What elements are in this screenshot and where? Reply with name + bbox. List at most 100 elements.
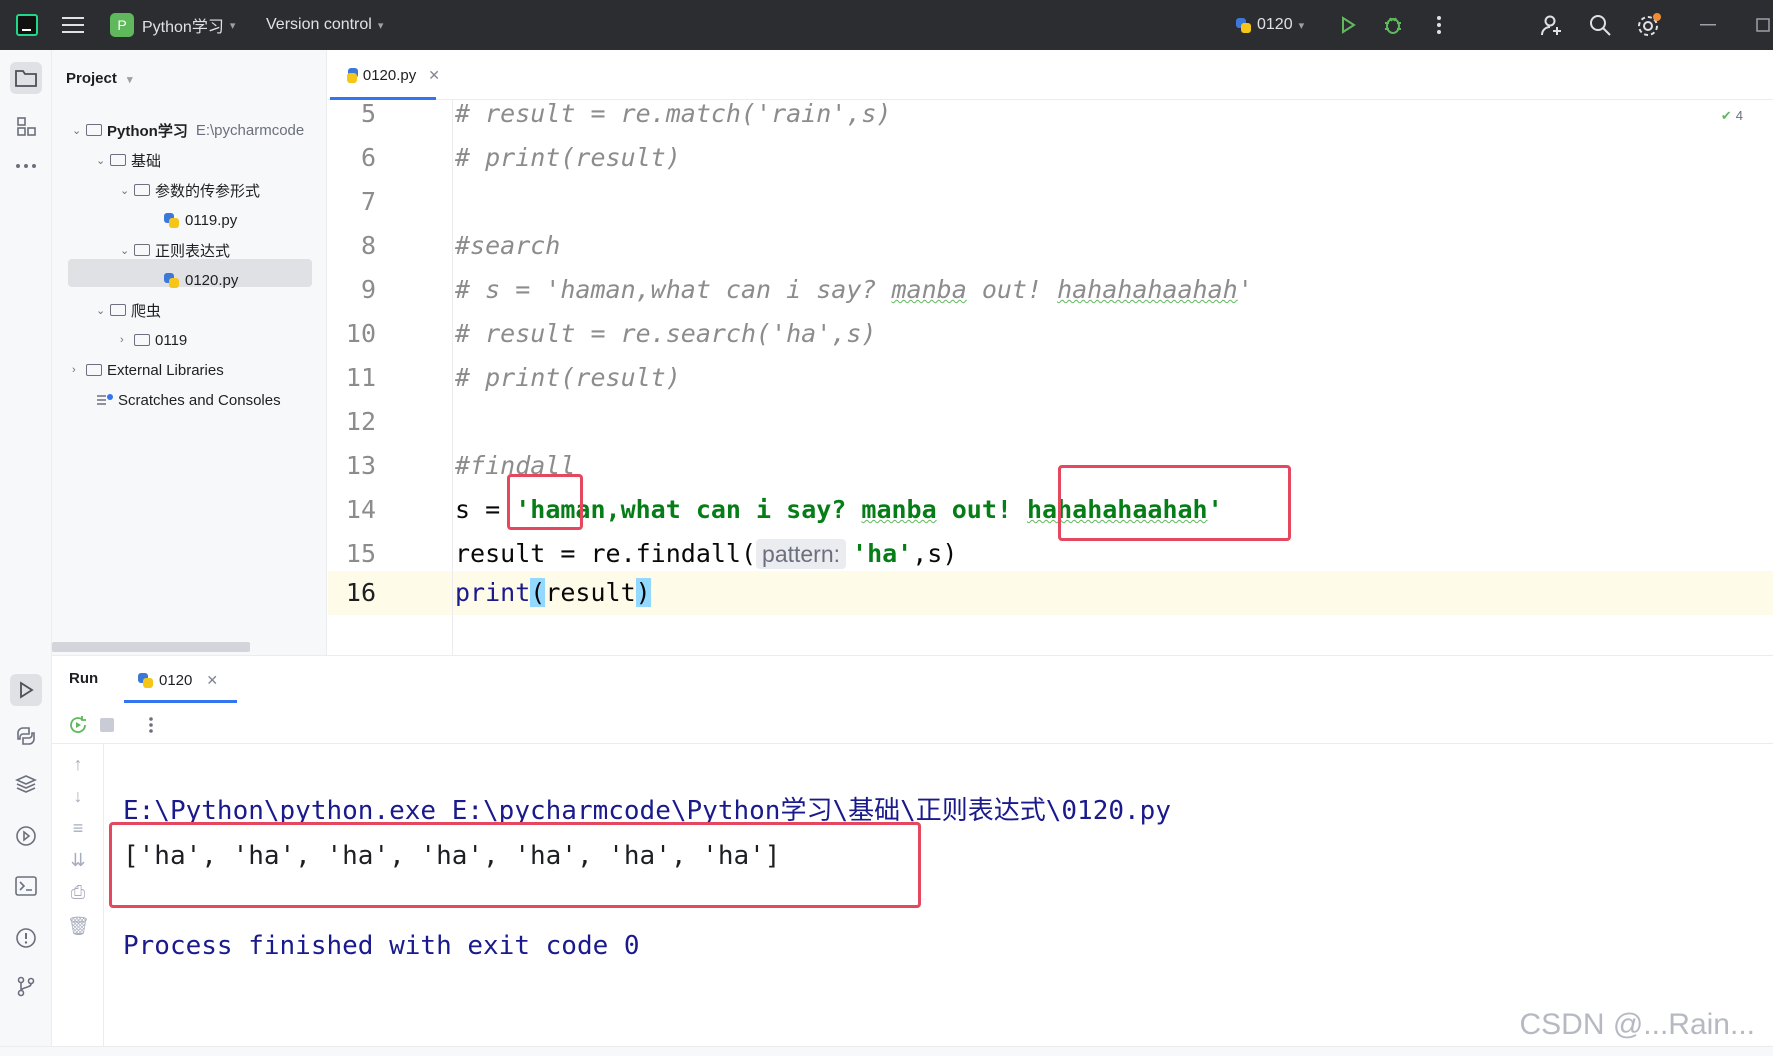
terminal-tool-button[interactable] xyxy=(10,870,42,902)
inspection-count: 4 xyxy=(1735,108,1743,123)
line-number: 16 xyxy=(345,578,376,607)
hamburger-menu-icon xyxy=(62,17,84,33)
tree-item-crawler[interactable]: ⌄ 爬虫 xyxy=(96,296,161,324)
tree-item-external-libraries[interactable]: › External Libraries xyxy=(72,356,224,384)
version-control-menu[interactable]: Version control ▾ xyxy=(266,0,383,50)
code-token: manba xyxy=(891,275,967,304)
bug-icon xyxy=(1385,17,1401,34)
tree-item-label: 正则表达式 xyxy=(155,242,231,260)
arrow-down-icon[interactable]: ↓ xyxy=(67,786,89,808)
stop-icon[interactable] xyxy=(99,717,115,733)
code-with-me-button[interactable] xyxy=(1540,0,1564,50)
minimize-button[interactable] xyxy=(1700,0,1716,50)
soft-wrap-icon[interactable]: ≡ xyxy=(67,818,89,840)
python-file-icon xyxy=(138,672,153,688)
tree-item-param-passing[interactable]: ⌄ 参数的传参形式 xyxy=(120,176,260,204)
tree-root-python-study[interactable]: ⌄ Python学习 E:\pycharmcode xyxy=(72,116,304,144)
parameter-hint: pattern: xyxy=(756,539,847,569)
project-switcher[interactable]: P Python学习 ▾ xyxy=(110,0,235,50)
run-button[interactable] xyxy=(1338,0,1358,50)
chevron-down-icon: ⌄ xyxy=(72,124,82,137)
more-tools-button[interactable] xyxy=(10,150,42,182)
tree-item-label: 爬虫 xyxy=(131,302,162,320)
python-packages-button[interactable] xyxy=(10,720,42,752)
code-token: print xyxy=(455,578,531,607)
chevron-down-icon: ⌄ xyxy=(120,244,130,257)
line-number: 13 xyxy=(345,451,376,480)
trash-icon[interactable]: 🗑 xyxy=(67,916,90,938)
print-icon[interactable]: ⎙ xyxy=(67,882,89,904)
line-number: 6 xyxy=(360,143,376,172)
main-menu-button[interactable] xyxy=(62,0,84,50)
line-number: 7 xyxy=(360,187,376,216)
debug-button[interactable] xyxy=(1382,0,1404,50)
project-panel-header[interactable]: Project ▾ xyxy=(66,70,133,87)
line-number: 12 xyxy=(345,407,376,436)
run-icon xyxy=(1342,16,1356,34)
run-tool-button[interactable] xyxy=(10,674,42,706)
tree-item-0119-py[interactable]: 0119.py xyxy=(164,206,237,234)
layers-icon xyxy=(15,775,37,793)
run-tab-label: 0120 xyxy=(159,671,193,689)
python-file-icon xyxy=(164,212,179,228)
close-icon[interactable]: ✕ xyxy=(428,67,440,84)
problems-icon xyxy=(16,928,36,948)
more-vertical-icon[interactable] xyxy=(148,716,154,734)
search-button[interactable] xyxy=(1588,0,1612,50)
python-file-icon xyxy=(346,67,358,83)
chevron-down-icon: ⌄ xyxy=(120,184,130,197)
annotation-box-hahaha xyxy=(1058,465,1291,541)
watermark: CSDN @...Rain... xyxy=(1519,1008,1755,1041)
more-vertical-icon xyxy=(1437,16,1441,34)
folder-icon xyxy=(134,244,150,256)
tree-root-path: E:\pycharmcode xyxy=(195,121,305,139)
settings-button[interactable] xyxy=(1636,0,1662,50)
tree-item-0119-folder[interactable]: › 0119 xyxy=(120,326,187,354)
more-actions-button[interactable] xyxy=(1436,0,1442,50)
run-config-label: 0120 xyxy=(1257,16,1293,33)
tree-item-label: 0119.py xyxy=(185,211,238,229)
console-exit-message: Process finished with exit code 0 xyxy=(123,931,640,961)
code-token: ) xyxy=(635,578,651,607)
line-number: 15 xyxy=(345,539,376,568)
services-icon xyxy=(16,826,36,846)
scroll-to-end-icon[interactable]: ⇊ xyxy=(67,850,89,872)
services-tool-button[interactable] xyxy=(10,820,42,852)
tree-item-label: 参数的传参形式 xyxy=(155,182,261,200)
code-editor[interactable]: 0120.py ✕ 5 6 7 8 9 10 11 12 13 14 15 16… xyxy=(328,50,1773,655)
tree-item-0120-py[interactable]: 0120.py xyxy=(164,266,238,294)
run-config-selector[interactable]: 0120 ▾ xyxy=(1236,0,1304,50)
maximize-button[interactable] xyxy=(1756,0,1770,50)
tree-item-label: 基础 xyxy=(131,152,162,170)
folder-icon xyxy=(134,334,150,346)
tree-item-scratches[interactable]: Scratches and Consoles xyxy=(96,386,281,414)
code-token: 'ha' xyxy=(852,539,913,568)
code-token: out! xyxy=(936,495,1027,524)
code-line-10: # result = re.search('ha',s) xyxy=(455,319,877,348)
project-badge-icon: P xyxy=(110,13,134,37)
add-user-icon xyxy=(1541,15,1561,36)
tree-item-regex[interactable]: ⌄ 正则表达式 xyxy=(120,236,230,264)
chevron-down-icon: ▾ xyxy=(377,19,384,32)
code-line-6: # print(result) xyxy=(455,143,681,172)
tree-item-basics[interactable]: ⌄ 基础 xyxy=(96,146,161,174)
code-line-8: #search xyxy=(455,231,561,260)
project-horizontal-scrollbar[interactable] xyxy=(52,642,250,652)
inspection-widget[interactable]: ✔ 4 xyxy=(1721,108,1743,124)
app-logo[interactable] xyxy=(16,0,38,50)
git-tool-button[interactable] xyxy=(10,970,42,1002)
chevron-down-icon: ⌄ xyxy=(96,304,106,317)
chevron-down-icon: ▾ xyxy=(229,19,236,32)
code-token: hahahahaahah xyxy=(1057,275,1238,304)
close-icon[interactable]: ✕ xyxy=(206,672,218,689)
problems-tool-button[interactable] xyxy=(10,922,42,954)
layers-tool-button[interactable] xyxy=(10,768,42,800)
run-tab-0120[interactable]: 0120 ✕ xyxy=(132,662,218,698)
python-file-icon xyxy=(1236,17,1251,33)
structure-tool-button[interactable] xyxy=(10,110,42,142)
project-tool-button[interactable] xyxy=(10,62,42,94)
arrow-up-icon[interactable]: ↑ xyxy=(67,754,89,776)
code-line-11: # print(result) xyxy=(455,363,681,392)
line-number: 5 xyxy=(360,99,376,128)
rerun-icon[interactable] xyxy=(67,714,89,736)
